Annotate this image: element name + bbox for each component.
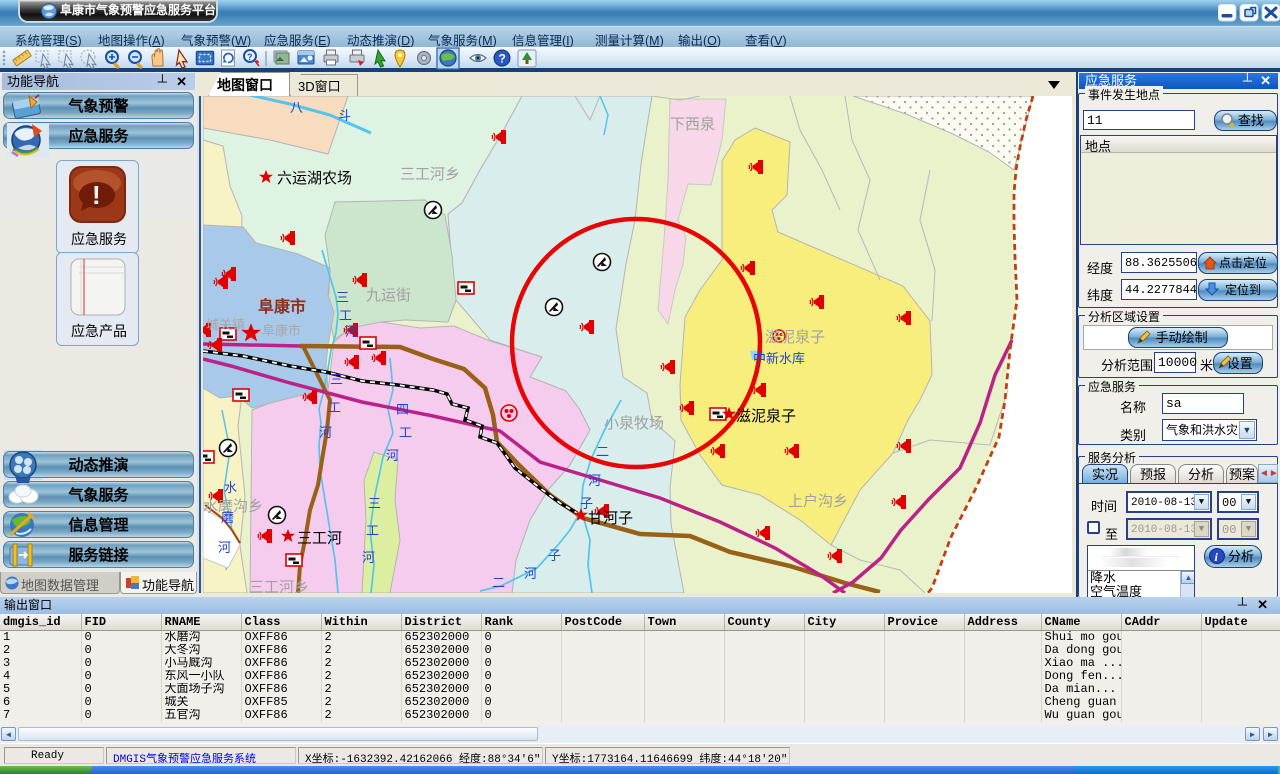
svg-text:下西泉: 下西泉 — [670, 116, 715, 133]
svg-text:三工河乡: 三工河乡 — [400, 166, 460, 183]
svg-text:河: 河 — [588, 473, 601, 488]
svg-text:?: ? — [247, 52, 253, 62]
svg-text:河: 河 — [362, 550, 375, 565]
svg-text:河: 河 — [386, 448, 399, 463]
svg-text:六运湖农场: 六运湖农场 — [277, 170, 352, 187]
svg-text:子: 子 — [580, 496, 593, 511]
svg-text:九运街: 九运街 — [366, 287, 411, 304]
svg-text:滋泥泉子: 滋泥泉子 — [736, 408, 796, 425]
svg-text:河: 河 — [218, 540, 231, 555]
svg-text:水: 水 — [224, 480, 237, 495]
svg-text:三工河: 三工河 — [297, 530, 342, 547]
svg-text:河: 河 — [319, 425, 332, 440]
svg-text:工: 工 — [328, 400, 341, 415]
svg-text:四: 四 — [396, 402, 409, 417]
svg-text:小泉牧场: 小泉牧场 — [604, 415, 664, 432]
svg-text:?: ? — [499, 52, 506, 66]
svg-text:阜康市: 阜康市 — [258, 297, 306, 316]
svg-text:甘河子: 甘河子 — [588, 510, 633, 527]
svg-text:二: 二 — [492, 575, 505, 590]
svg-text:三: 三 — [330, 372, 343, 387]
svg-text:中新水库: 中新水库 — [753, 351, 805, 366]
svg-text:斗: 斗 — [338, 108, 351, 123]
svg-text:三工河乡: 三工河乡 — [249, 579, 309, 593]
svg-text:子: 子 — [548, 548, 561, 563]
svg-text:应急产品: 应急产品 — [71, 323, 127, 339]
svg-text:三: 三 — [336, 290, 349, 305]
svg-text:上户沟乡: 上户沟乡 — [788, 493, 848, 510]
svg-text:工: 工 — [339, 308, 352, 323]
svg-text:八: 八 — [290, 100, 303, 115]
svg-text:磨: 磨 — [221, 510, 234, 525]
svg-text:河: 河 — [345, 324, 358, 339]
svg-text:二: 二 — [596, 444, 609, 459]
svg-text:工: 工 — [399, 425, 412, 440]
svg-text:应急服务: 应急服务 — [71, 231, 127, 247]
svg-text:滋泥泉子: 滋泥泉子 — [765, 329, 825, 346]
svg-text:工: 工 — [366, 523, 379, 538]
svg-text:!: ! — [92, 180, 101, 210]
svg-text:阜康市: 阜康市 — [262, 323, 301, 338]
svg-text:城关镇: 城关镇 — [206, 317, 245, 332]
svg-text:三: 三 — [368, 496, 381, 511]
svg-text:河: 河 — [524, 566, 537, 581]
